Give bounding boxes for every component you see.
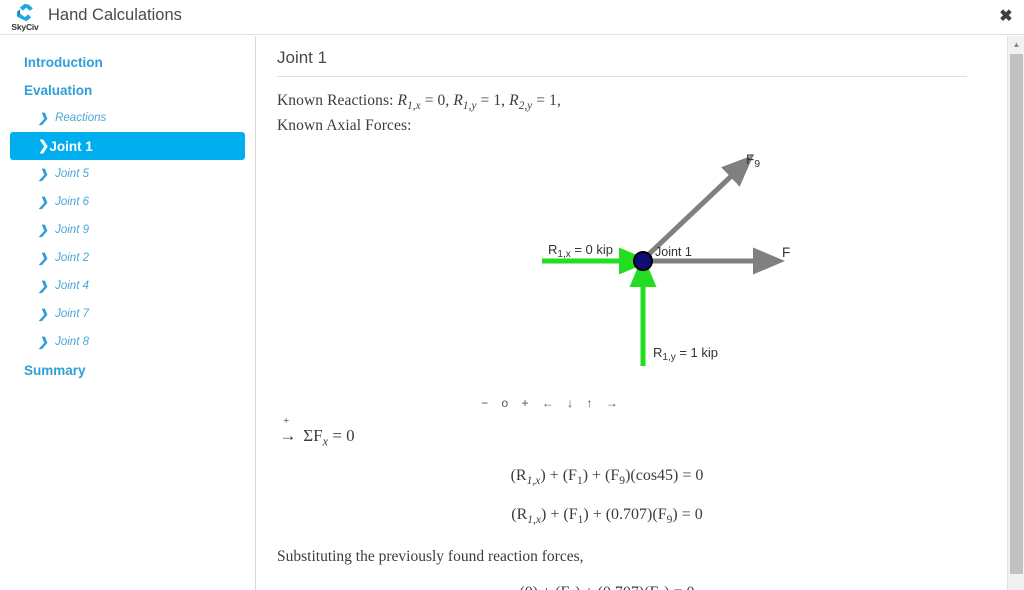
force-f-label: F bbox=[782, 245, 790, 260]
logo-wordmark: SkyCiv bbox=[11, 22, 39, 32]
sidebar-item-label: Reactions bbox=[55, 112, 107, 124]
chevron-right-icon: ❯ bbox=[38, 251, 49, 265]
main-content: Joint 1 Known Reactions: R1,x = 0, R1,y … bbox=[257, 36, 987, 590]
equation-line-1: (R1,x) + (F1) + (F9)(cos45) = 0 bbox=[510, 467, 704, 488]
sidebar-item-introduction[interactable]: Introduction bbox=[10, 48, 245, 76]
sidebar-item-label: Summary bbox=[24, 362, 86, 378]
free-body-diagram: R1,x = 0 kip Joint 1 R1,y = 1 kip F9 F bbox=[277, 140, 987, 400]
content-title: Joint 1 bbox=[277, 36, 967, 77]
sidebar-item-joint-2[interactable]: ❯ Joint 2 bbox=[10, 244, 245, 272]
sidebar-item-joint-6[interactable]: ❯ Joint 6 bbox=[10, 188, 245, 216]
chevron-right-icon: ❯ bbox=[38, 111, 49, 125]
force-f9-arrow bbox=[645, 155, 754, 258]
sidebar-item-label: Evaluation bbox=[24, 82, 93, 98]
known-values-block: Known Reactions: R1,x = 0, R1,y = 1, R2,… bbox=[277, 91, 967, 136]
hand-calculations-window: SkyCiv Hand Calculations ✖ Introduction … bbox=[0, 0, 1024, 590]
known-reactions-values: R1,x = 0, R1,y = 1, R2,y = 1, bbox=[397, 92, 561, 113]
sidebar-item-joint-4[interactable]: ❯ Joint 4 bbox=[10, 272, 245, 300]
equation-line-3: (0) + (F1) + (0.707)(F9) = 0 bbox=[277, 584, 967, 590]
joint-force-diagram-svg: R1,x = 0 kip Joint 1 R1,y = 1 kip F9 F bbox=[542, 152, 790, 367]
substitution-text: Substituting the previously found reacti… bbox=[277, 547, 584, 565]
joint-label: Joint 1 bbox=[655, 245, 692, 259]
content-scrollbar[interactable]: ▲ bbox=[1007, 36, 1024, 590]
skyciv-logo: SkyCiv bbox=[7, 2, 43, 35]
known-reactions-label: Known Reactions: bbox=[277, 92, 394, 109]
sidebar-item-joint-8[interactable]: ❯ Joint 8 bbox=[10, 328, 245, 356]
sidebar-item-joint-1[interactable]: ❯ Joint 1 bbox=[10, 132, 245, 160]
sidebar-item-label: Joint 5 bbox=[55, 168, 89, 180]
sidebar-item-joint-9[interactable]: ❯ Joint 9 bbox=[10, 216, 245, 244]
joint-node bbox=[633, 251, 653, 272]
sidebar-nav: Introduction Evaluation ❯ Reactions ❯ Jo… bbox=[0, 36, 256, 590]
sidebar-item-joint-5[interactable]: ❯ Joint 5 bbox=[10, 160, 245, 188]
sidebar-item-label: Joint 6 bbox=[55, 196, 89, 208]
reaction-y-label: R1,y = 1 kip bbox=[653, 345, 718, 363]
chevron-right-icon: ❯ bbox=[38, 195, 49, 209]
page-heading: Hand Calculations bbox=[48, 6, 182, 24]
sidebar-item-label: Joint 4 bbox=[55, 280, 89, 292]
chevron-right-icon: ❯ bbox=[38, 138, 50, 153]
sidebar-item-label: Joint 7 bbox=[55, 308, 89, 320]
chevron-right-icon: ❯ bbox=[38, 223, 49, 237]
sidebar-item-label: Joint 9 bbox=[55, 224, 89, 236]
sidebar-item-label: Introduction bbox=[24, 54, 103, 70]
sidebar-item-label: Joint 8 bbox=[55, 336, 89, 348]
sum-equation-text: ΣFx = 0 bbox=[303, 426, 355, 449]
known-reactions-line: Known Reactions: R1,x = 0, R1,y = 1, R2,… bbox=[277, 91, 967, 116]
chevron-right-icon: ❯ bbox=[38, 307, 49, 321]
scroll-up-arrow-icon[interactable]: ▲ bbox=[1008, 36, 1024, 53]
force-f9-label: F9 bbox=[746, 152, 760, 170]
sidebar-item-reactions[interactable]: ❯ Reactions bbox=[10, 104, 245, 132]
chevron-right-icon: ❯ bbox=[38, 335, 49, 349]
sidebar-item-joint-7[interactable]: ❯ Joint 7 bbox=[10, 300, 245, 328]
sidebar-item-label: Joint 2 bbox=[55, 252, 89, 264]
skyciv-logo-icon bbox=[17, 3, 33, 22]
reaction-x-label: R1,x = 0 kip bbox=[548, 242, 613, 260]
scrollbar-thumb[interactable] bbox=[1010, 54, 1023, 574]
sidebar-item-summary[interactable]: Summary bbox=[10, 356, 245, 384]
chevron-right-icon: ❯ bbox=[38, 167, 49, 181]
chevron-right-icon: ❯ bbox=[38, 279, 49, 293]
equation-line-2: (R1,x) + (F1) + (0.707)(F9) = 0 bbox=[511, 505, 703, 526]
sum-forces-x-equation: + → ΣFx = 0 bbox=[277, 415, 967, 449]
app-header: SkyCiv Hand Calculations ✖ bbox=[0, 0, 1024, 35]
known-axial-label: Known Axial Forces: bbox=[277, 117, 412, 135]
sidebar-item-label: Joint 1 bbox=[49, 138, 93, 154]
sidebar-item-evaluation[interactable]: Evaluation bbox=[10, 76, 245, 104]
direction-arrow-icon: + → bbox=[279, 415, 297, 446]
close-icon[interactable]: ✖ bbox=[996, 7, 1016, 27]
